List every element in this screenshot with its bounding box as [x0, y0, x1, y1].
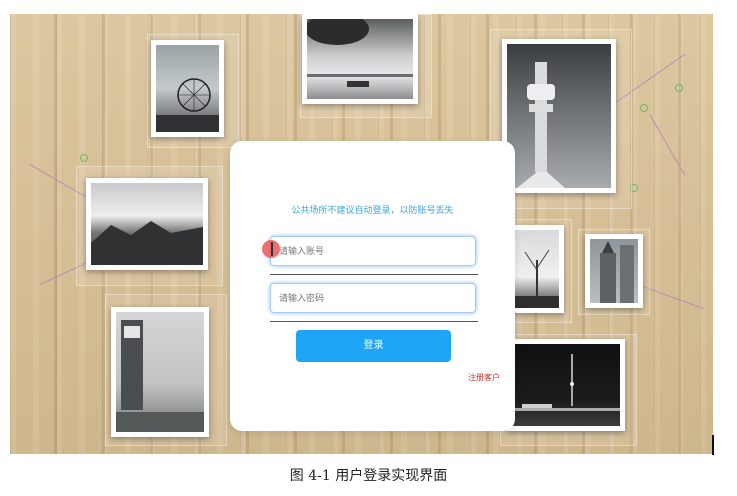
- text-cursor-icon: [271, 242, 273, 256]
- username-underline: [270, 274, 478, 275]
- login-button[interactable]: 登录: [296, 330, 451, 362]
- app-screenshot: 公共场所不建议自动登录，以防账号丢失 请输入账号 请输入密码 登录 注册客户: [10, 14, 713, 454]
- photo-mountains: [86, 178, 208, 270]
- password-input[interactable]: 请输入密码: [270, 283, 476, 313]
- photo-lake-tree: [302, 14, 418, 104]
- password-underline: [270, 321, 478, 322]
- register-link[interactable]: 注册客户: [468, 372, 500, 383]
- photo-sign: [111, 307, 209, 437]
- photo-night-city: [507, 339, 625, 431]
- username-input[interactable]: 请输入账号: [270, 236, 476, 266]
- figure-caption: 图 4-1 用户登录实现界面: [289, 468, 448, 484]
- login-panel: 公共场所不建议自动登录，以防账号丢失 请输入账号 请输入密码 登录 注册客户: [230, 141, 515, 431]
- photo-sky-tower: [502, 39, 616, 193]
- auto-login-notice: 公共场所不建议自动登录，以防账号丢失: [291, 206, 454, 216]
- photo-ferris-wheel: [151, 40, 224, 137]
- photo-church: [585, 234, 643, 308]
- edge-marker: [712, 435, 714, 455]
